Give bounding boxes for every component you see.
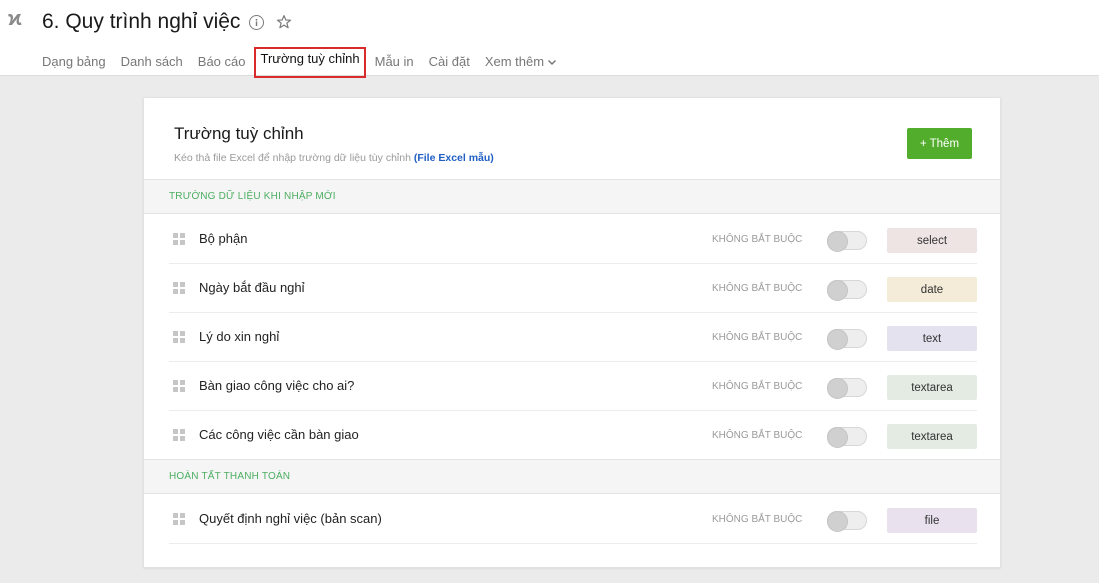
field-name: Ngày bắt đầu nghỉ (199, 280, 305, 295)
required-toggle[interactable] (827, 511, 867, 532)
drag-handle-icon[interactable] (173, 513, 185, 525)
tab-xem-them-label: Xem thêm (484, 53, 545, 69)
field-name: Lý do xin nghỉ (199, 329, 280, 344)
drag-handle-icon[interactable] (173, 429, 185, 441)
field-row[interactable]: Lý do xin nghỉ KHÔNG BẮT BUỘC text (169, 313, 977, 362)
app-logo-icon[interactable]: ϰ (8, 8, 26, 30)
required-label: KHÔNG BẮT BUỘC (712, 234, 803, 245)
tab-truong-tuy-chinh[interactable]: Trường tuỳ chỉnh (254, 47, 366, 78)
required-label: KHÔNG BẮT BUỘC (712, 381, 803, 392)
field-row[interactable]: Các công việc cần bàn giao KHÔNG BẮT BUỘ… (169, 411, 977, 460)
field-row[interactable]: Bộ phận KHÔNG BẮT BUỘC select (169, 215, 977, 264)
card-subtitle: Kéo thả file Excel để nhập trường dữ liệ… (174, 152, 494, 164)
field-type-badge: date (887, 277, 977, 302)
tab-dang-bang[interactable]: Dạng bảng (42, 54, 106, 70)
field-row[interactable]: Ngày bắt đầu nghỉ KHÔNG BẮT BUỘC date (169, 264, 977, 313)
add-field-button[interactable]: + Thêm (907, 128, 972, 159)
card-title: Trường tuỳ chỉnh (174, 124, 304, 143)
tab-bao-cao[interactable]: Báo cáo (198, 54, 246, 70)
star-icon[interactable] (276, 14, 292, 30)
required-label: KHÔNG BẮT BUỘC (712, 514, 803, 525)
section-header: TRƯỜNG DỮ LIỆU KHI NHẬP MỚI (144, 179, 1000, 214)
title-row: 6. Quy trình nghỉ việc (42, 8, 292, 36)
section-header: HOÀN TẤT THANH TOÁN (144, 459, 1000, 494)
drag-handle-icon[interactable] (173, 282, 185, 294)
field-row[interactable]: Quyết định nghỉ việc (bản scan) KHÔNG BẮ… (169, 495, 977, 544)
sample-excel-link[interactable]: (File Excel mẫu) (414, 152, 494, 164)
field-name: Bộ phận (199, 231, 248, 246)
field-type-badge: text (887, 326, 977, 351)
drag-handle-icon[interactable] (173, 233, 185, 245)
required-toggle[interactable] (827, 329, 867, 350)
required-toggle[interactable] (827, 280, 867, 301)
tab-xem-them[interactable]: Xem thêm (485, 54, 557, 70)
section-title: TRƯỜNG DỮ LIỆU KHI NHẬP MỚI (169, 191, 336, 202)
drag-handle-icon[interactable] (173, 331, 185, 343)
top-bar: ϰ 6. Quy trình nghỉ việc Dạng bảng Danh … (0, 0, 1099, 78)
tab-cai-dat[interactable]: Cài đặt (429, 54, 470, 70)
field-row[interactable]: Bàn giao công việc cho ai? KHÔNG BẮT BUỘ… (169, 362, 977, 411)
required-toggle[interactable] (827, 427, 867, 448)
drag-handle-icon[interactable] (173, 380, 185, 392)
required-label: KHÔNG BẮT BUỘC (712, 430, 803, 441)
required-toggle[interactable] (827, 231, 867, 252)
card-subtitle-text: Kéo thả file Excel để nhập trường dữ liệ… (174, 152, 411, 164)
field-type-badge: file (887, 508, 977, 533)
required-label: KHÔNG BẮT BUỘC (712, 283, 803, 294)
custom-fields-card: Trường tuỳ chỉnh Kéo thả file Excel để n… (143, 97, 1001, 568)
page-title: 6. Quy trình nghỉ việc (42, 10, 241, 33)
field-type-badge: textarea (887, 375, 977, 400)
required-label: KHÔNG BẮT BUỘC (712, 332, 803, 343)
required-toggle[interactable] (827, 378, 867, 399)
field-name: Bàn giao công việc cho ai? (199, 378, 355, 393)
field-type-badge: textarea (887, 424, 977, 449)
tab-mau-in[interactable]: Mẫu in (375, 54, 414, 70)
chevron-down-icon (548, 59, 557, 65)
field-type-badge: select (887, 228, 977, 253)
tab-bar: Dạng bảng Danh sách Báo cáo Trường tuỳ c… (42, 46, 572, 78)
field-name: Quyết định nghỉ việc (bản scan) (199, 511, 382, 526)
tab-danh-sach[interactable]: Danh sách (121, 54, 183, 70)
info-icon[interactable] (249, 14, 265, 30)
section-title: HOÀN TẤT THANH TOÁN (169, 471, 291, 482)
field-name: Các công việc cần bàn giao (199, 427, 359, 442)
